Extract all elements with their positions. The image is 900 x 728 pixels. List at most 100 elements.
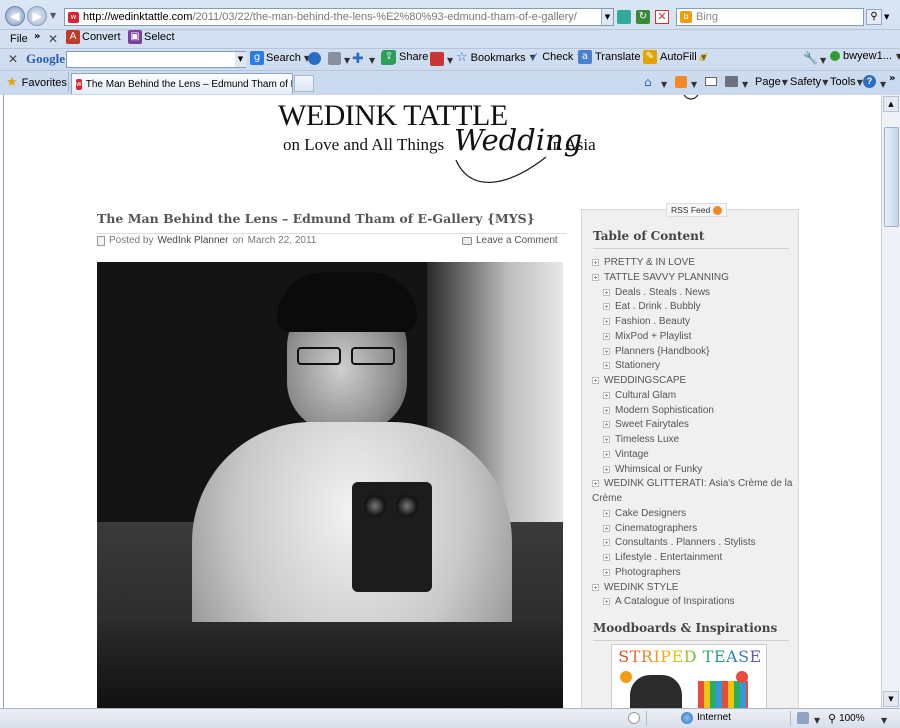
print-icon[interactable] [725,76,738,87]
active-tab[interactable]: w The Man Behind the Lens – Edmund Tham … [71,73,293,94]
expand-icon[interactable] [603,525,610,532]
expand-icon[interactable] [592,274,599,281]
leave-comment-link[interactable]: Leave a Comment [462,235,558,246]
toc-item[interactable]: TATTLE SAVVY PLANNING [592,272,729,283]
expand-icon[interactable] [603,318,610,325]
toc-subitem[interactable]: Modern Sophistication [603,405,714,416]
expand-icon[interactable] [603,598,610,605]
expand-icon[interactable] [603,348,610,355]
home-icon[interactable]: ⌂ [644,75,652,89]
favorites-button[interactable]: ★ Favorites [6,75,67,90]
toc-subitem[interactable]: Deals . Steals . News [603,287,710,298]
search-icon[interactable]: ⚲ [866,9,882,25]
scroll-down-icon[interactable]: ▼ [883,691,899,707]
vertical-scrollbar[interactable]: ▲ ▼ [881,95,900,708]
expand-icon[interactable] [603,421,610,428]
toc-subitem[interactable]: Planners {Handbook} [603,346,710,357]
toc-item[interactable]: WEDINK STYLE [592,582,678,593]
expand-icon[interactable] [603,362,610,369]
page-tools-icon[interactable] [328,52,341,65]
expand-icon[interactable] [603,333,610,340]
striped-tease-thumbnail[interactable]: STRIPED TEASE [611,644,767,708]
toc-subitem[interactable]: Vintage [603,449,649,460]
expand-icon[interactable] [603,510,610,517]
expand-icon[interactable] [603,569,610,576]
toc-subitem[interactable]: A Catalogue of Inspirations [603,596,735,607]
toc-subitem[interactable]: Photographers [603,567,681,578]
scroll-thumb[interactable] [884,127,899,227]
close-toolbar-icon[interactable]: ✕ [48,32,58,46]
highlighter-icon[interactable]: ✐ [698,51,709,66]
toc-item[interactable]: WEDINK GLITTERATI: Asia's Crème de la [592,478,792,489]
protected-mode-icon[interactable] [797,712,809,724]
translate-page-icon[interactable] [430,52,444,66]
expand-icon[interactable] [603,407,610,414]
google-search-input[interactable] [66,51,246,68]
convert-button[interactable]: A Convert▼ [66,30,135,44]
expand-icon[interactable] [603,554,610,561]
toc-subitem[interactable]: Lifestyle . Entertainment [603,552,722,563]
toc-subitem[interactable]: MixPod + Playlist [603,331,691,342]
site-header[interactable]: WEDINK TATTLE on Love and All Things Wed… [276,95,699,187]
command-overflow-icon[interactable]: » [889,73,895,84]
privacy-icon[interactable] [628,712,640,724]
recent-pages-chevron-icon[interactable]: ▼ [50,11,56,20]
search-options-chevron-icon[interactable]: ▼ [884,13,889,21]
tools-menu[interactable]: Tools ▼ [830,76,863,88]
expand-icon[interactable] [592,480,599,487]
toc-subitem[interactable]: Stationery [603,360,660,371]
toc-subitem[interactable]: Consultants . Planners . Stylists [603,537,756,548]
toc-subitem[interactable]: Cinematographers [603,523,697,534]
expand-icon[interactable] [603,392,610,399]
post-title[interactable]: The Man Behind the Lens – Edmund Tham of… [97,211,567,226]
toc-subitem[interactable]: Fashion . Beauty [603,316,690,327]
pagerank-globe-icon[interactable] [308,52,321,65]
expand-icon[interactable] [603,539,610,546]
forward-icon[interactable]: ▶ [27,6,47,26]
toc-subitem[interactable]: Eat . Drink . Bubbly [603,301,701,312]
refresh-icon[interactable]: ↻ [636,10,650,24]
help-icon[interactable]: ? [863,75,876,88]
expand-icon[interactable] [592,377,599,384]
rss-feed-link[interactable]: RSS Feed [666,203,728,217]
feeds-icon[interactable] [675,76,687,88]
google-search-button[interactable]: g Search ▼ [250,51,310,65]
spellcheck-button[interactable]: ✓ Check▼ [530,50,584,63]
post-author[interactable]: WedInk Planner [157,235,228,246]
menu-overflow-icon[interactable]: » [34,31,40,42]
expand-icon[interactable] [603,466,610,473]
mail-icon[interactable] [705,77,717,86]
select-button[interactable]: ▣ Select [128,30,175,44]
expand-icon[interactable] [592,584,599,591]
google-search-dropdown-icon[interactable]: ▼ [235,52,246,67]
post-photo[interactable] [97,262,563,708]
bookmarks-button[interactable]: ☆ Bookmarks ▼ [456,50,536,65]
stop-icon[interactable]: ✕ [655,10,669,24]
toc-subitem[interactable]: Cake Designers [603,508,686,519]
toc-item[interactable]: Crème [592,493,622,504]
toc-subitem[interactable]: Sweet Fairytales [603,419,689,430]
scroll-up-icon[interactable]: ▲ [883,96,899,112]
toc-item[interactable]: WEDDINGSCAPE [592,375,686,386]
wrench-icon[interactable]: 🔧 [803,51,818,65]
new-tab-button[interactable] [294,75,314,92]
page-menu[interactable]: Page ▼ [755,76,788,88]
toc-subitem[interactable]: Cultural Glam [603,390,676,401]
expand-icon[interactable] [603,451,610,458]
file-menu[interactable]: File [6,30,32,48]
address-dropdown-icon[interactable]: ▼ [601,9,613,25]
toc-subitem[interactable]: Whimsical or Funky [603,464,702,475]
close-google-toolbar-icon[interactable]: ✕ [8,52,18,66]
back-icon[interactable]: ◀ [5,6,25,26]
toc-subitem[interactable]: Timeless Luxe [603,434,679,445]
search-box[interactable]: b Bing [676,8,864,26]
expand-icon[interactable] [603,303,610,310]
toc-item[interactable]: PRETTY & IN LOVE [592,257,695,268]
expand-icon[interactable] [592,259,599,266]
translate-button[interactable]: a Translate▼ [578,50,651,64]
expand-icon[interactable] [603,289,610,296]
expand-icon[interactable] [603,436,610,443]
zoom-control[interactable]: ⚲ 100% [828,712,865,725]
safety-menu[interactable]: Safety ▼ [790,76,828,88]
add-icon[interactable]: ✚ [352,51,364,67]
